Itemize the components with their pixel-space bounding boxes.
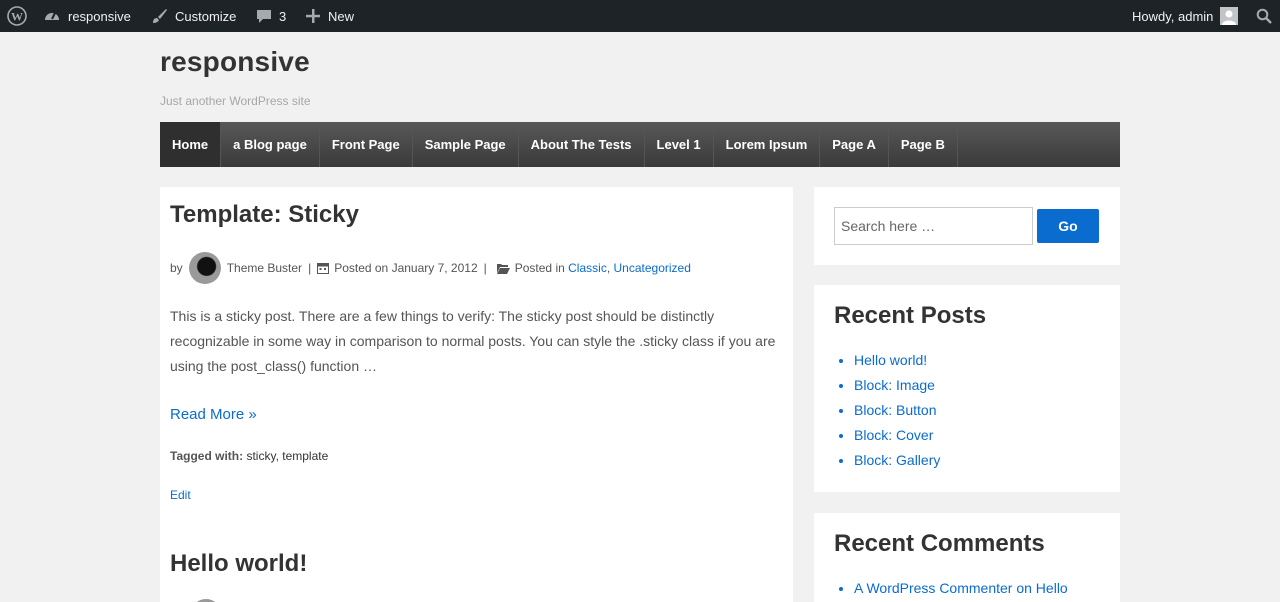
tag-link-sticky[interactable]: sticky [246,449,275,463]
tag-comma: , [275,449,279,463]
recent-comment-link[interactable]: A WordPress Commenter on Hello [854,580,1068,596]
nav-item-page-a[interactable]: Page A [820,122,889,167]
howdy-text: Howdy, admin [1132,8,1214,24]
list-item: Block: Image [854,373,940,398]
nav-item-front-page[interactable]: Front Page [320,122,413,167]
post-meta: by Theme Buster | Posted on January 7, 2… [170,252,691,284]
recent-comments-widget: Recent Comments A WordPress Commenter on… [814,513,1120,602]
dashboard-gauge-icon [43,7,61,25]
svg-text:W: W [11,10,23,24]
list-item: Block: Gallery [854,448,940,473]
nav-item-lorem-ipsum[interactable]: Lorem Ipsum [714,122,821,167]
search-go-button[interactable]: Go [1037,209,1099,243]
nav-item-sample-page[interactable]: Sample Page [413,122,519,167]
recent-posts-list: Hello world! Block: Image Block: Button … [854,348,940,473]
recent-post-link[interactable]: Block: Button [854,402,937,418]
recent-post-link[interactable]: Block: Image [854,377,935,393]
author-avatar [188,252,221,284]
nav-item-blog-page[interactable]: a Blog page [221,122,320,167]
calendar-icon [317,262,330,274]
post-title[interactable]: Template: Sticky [170,201,359,229]
new-content-menu[interactable]: New [305,0,354,32]
recent-post-link[interactable]: Block: Gallery [854,452,940,468]
nav-item-page-b[interactable]: Page B [889,122,958,167]
list-item: Block: Button [854,398,940,423]
search-icon [1256,8,1272,24]
site-title[interactable]: responsive [160,46,310,78]
nav-item-level-1[interactable]: Level 1 [645,122,714,167]
my-account-menu[interactable]: Howdy, admin [1132,0,1239,32]
search-input[interactable] [834,207,1033,245]
recent-post-link[interactable]: Block: Cover [854,427,933,443]
list-item: Block: Cover [854,423,940,448]
folder-open-icon [496,263,510,274]
widget-title: Recent Comments [834,530,1045,557]
recent-posts-widget: Recent Posts Hello world! Block: Image B… [814,285,1120,492]
main-navigation: Home a Blog page Front Page Sample Page … [160,122,1120,167]
wordpress-logo-button[interactable]: W [7,0,27,32]
author-name[interactable]: Theme Buster [227,261,302,275]
category-comma: , [606,261,611,275]
recent-post-link[interactable]: Hello world! [854,352,927,368]
post-title[interactable]: Hello world! [170,550,307,578]
post-date[interactable]: Posted on January 7, 2012 [334,261,477,275]
meta-separator: | [483,261,487,275]
comments-link[interactable]: 3 [256,0,286,32]
site-name-menu[interactable]: responsive [43,0,131,32]
post-tags: Tagged with: sticky, template [170,449,328,463]
tagged-with-label: Tagged with: [170,449,244,463]
customize-label: Customize [175,8,237,24]
read-more-link[interactable]: Read More » [170,406,257,423]
edit-post-link[interactable]: Edit [170,488,191,502]
site-tagline: Just another WordPress site [160,94,311,108]
category-link-classic[interactable]: Classic [568,261,607,275]
comment-bubble-icon [256,8,272,24]
wordpress-logo-icon: W [7,6,27,26]
recent-comments-list: A WordPress Commenter on Hello [854,576,1068,601]
posted-in-label: Posted in [514,261,565,275]
paintbrush-icon [151,8,168,25]
tag-link-template[interactable]: template [282,449,328,463]
admin-search-button[interactable] [1256,0,1272,32]
comments-count: 3 [279,8,287,24]
search-widget: Go [814,187,1120,265]
user-avatar-icon [1220,7,1239,25]
nav-item-about-the-tests[interactable]: About The Tests [519,122,645,167]
list-item: Hello world! [854,348,940,373]
admin-bar: W responsive Customize 3 New Howdy, admi… [0,0,1280,32]
nav-item-home[interactable]: Home [160,122,222,167]
post-excerpt: This is a sticky post. There are a few t… [170,308,776,374]
new-label: New [328,8,355,24]
meta-separator: | [308,261,312,275]
main-content: Template: Sticky by Theme Buster | Poste… [160,187,793,602]
admin-site-name: responsive [68,8,131,24]
widget-title: Recent Posts [834,302,987,329]
by-label: by [170,261,183,275]
list-item: A WordPress Commenter on Hello [854,576,1068,601]
customize-link[interactable]: Customize [151,0,236,32]
category-link-uncategorized[interactable]: Uncategorized [614,261,691,275]
plus-icon [305,8,321,24]
